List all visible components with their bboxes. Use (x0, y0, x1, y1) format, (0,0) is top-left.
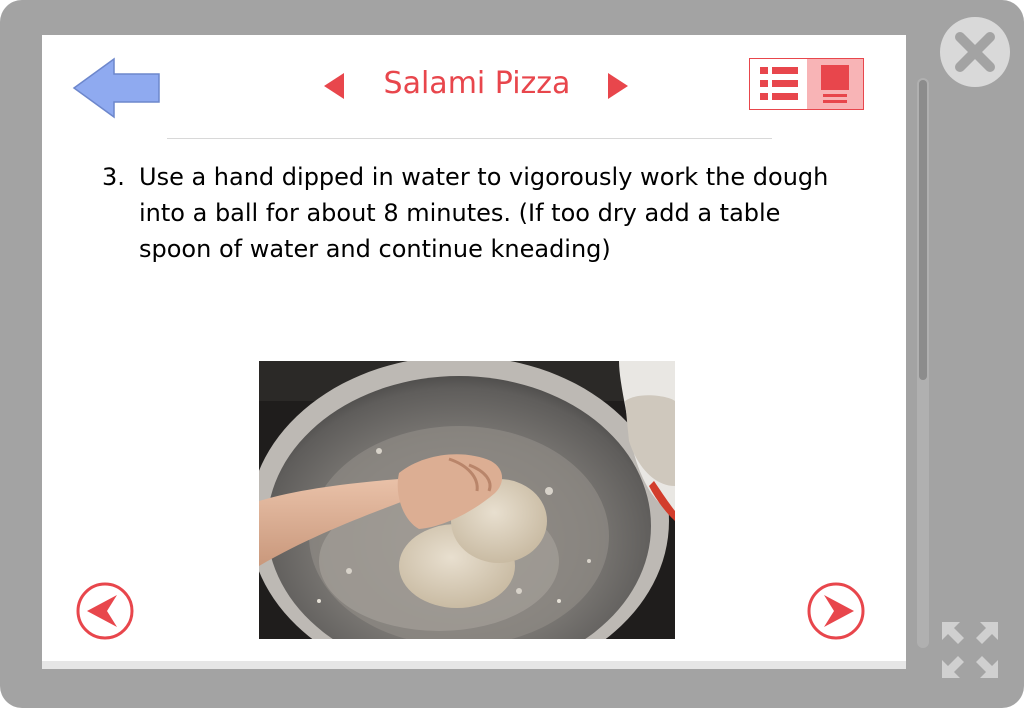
list-icon (760, 67, 798, 100)
step-text: Use a hand dipped in water to vigorously… (139, 163, 829, 263)
dough-kneading-photo (259, 361, 675, 639)
prev-recipe-triangle-icon[interactable] (322, 71, 346, 101)
page-bottom-edge (42, 661, 906, 669)
view-toggle (749, 58, 864, 110)
next-step-button[interactable] (806, 581, 866, 641)
step-number: 3. (102, 163, 125, 191)
recipe-page: Salami Pizza 3. Use a hand dipped in wat… (42, 35, 906, 669)
title-divider (167, 138, 772, 139)
page-title: Salami Pizza (383, 66, 571, 101)
list-view-button[interactable] (750, 59, 807, 109)
page-view-button[interactable] (806, 59, 863, 109)
next-recipe-triangle-icon[interactable] (606, 71, 630, 101)
page-icon (820, 65, 849, 103)
expand-icon[interactable] (938, 620, 1002, 680)
prev-step-button[interactable] (75, 581, 135, 641)
title-bar: Salami Pizza (312, 63, 642, 103)
scrollbar-thumb[interactable] (919, 80, 927, 380)
close-icon[interactable] (938, 15, 1012, 89)
viewer-frame: Salami Pizza 3. Use a hand dipped in wat… (0, 0, 1024, 708)
back-arrow-icon[interactable] (72, 57, 162, 119)
